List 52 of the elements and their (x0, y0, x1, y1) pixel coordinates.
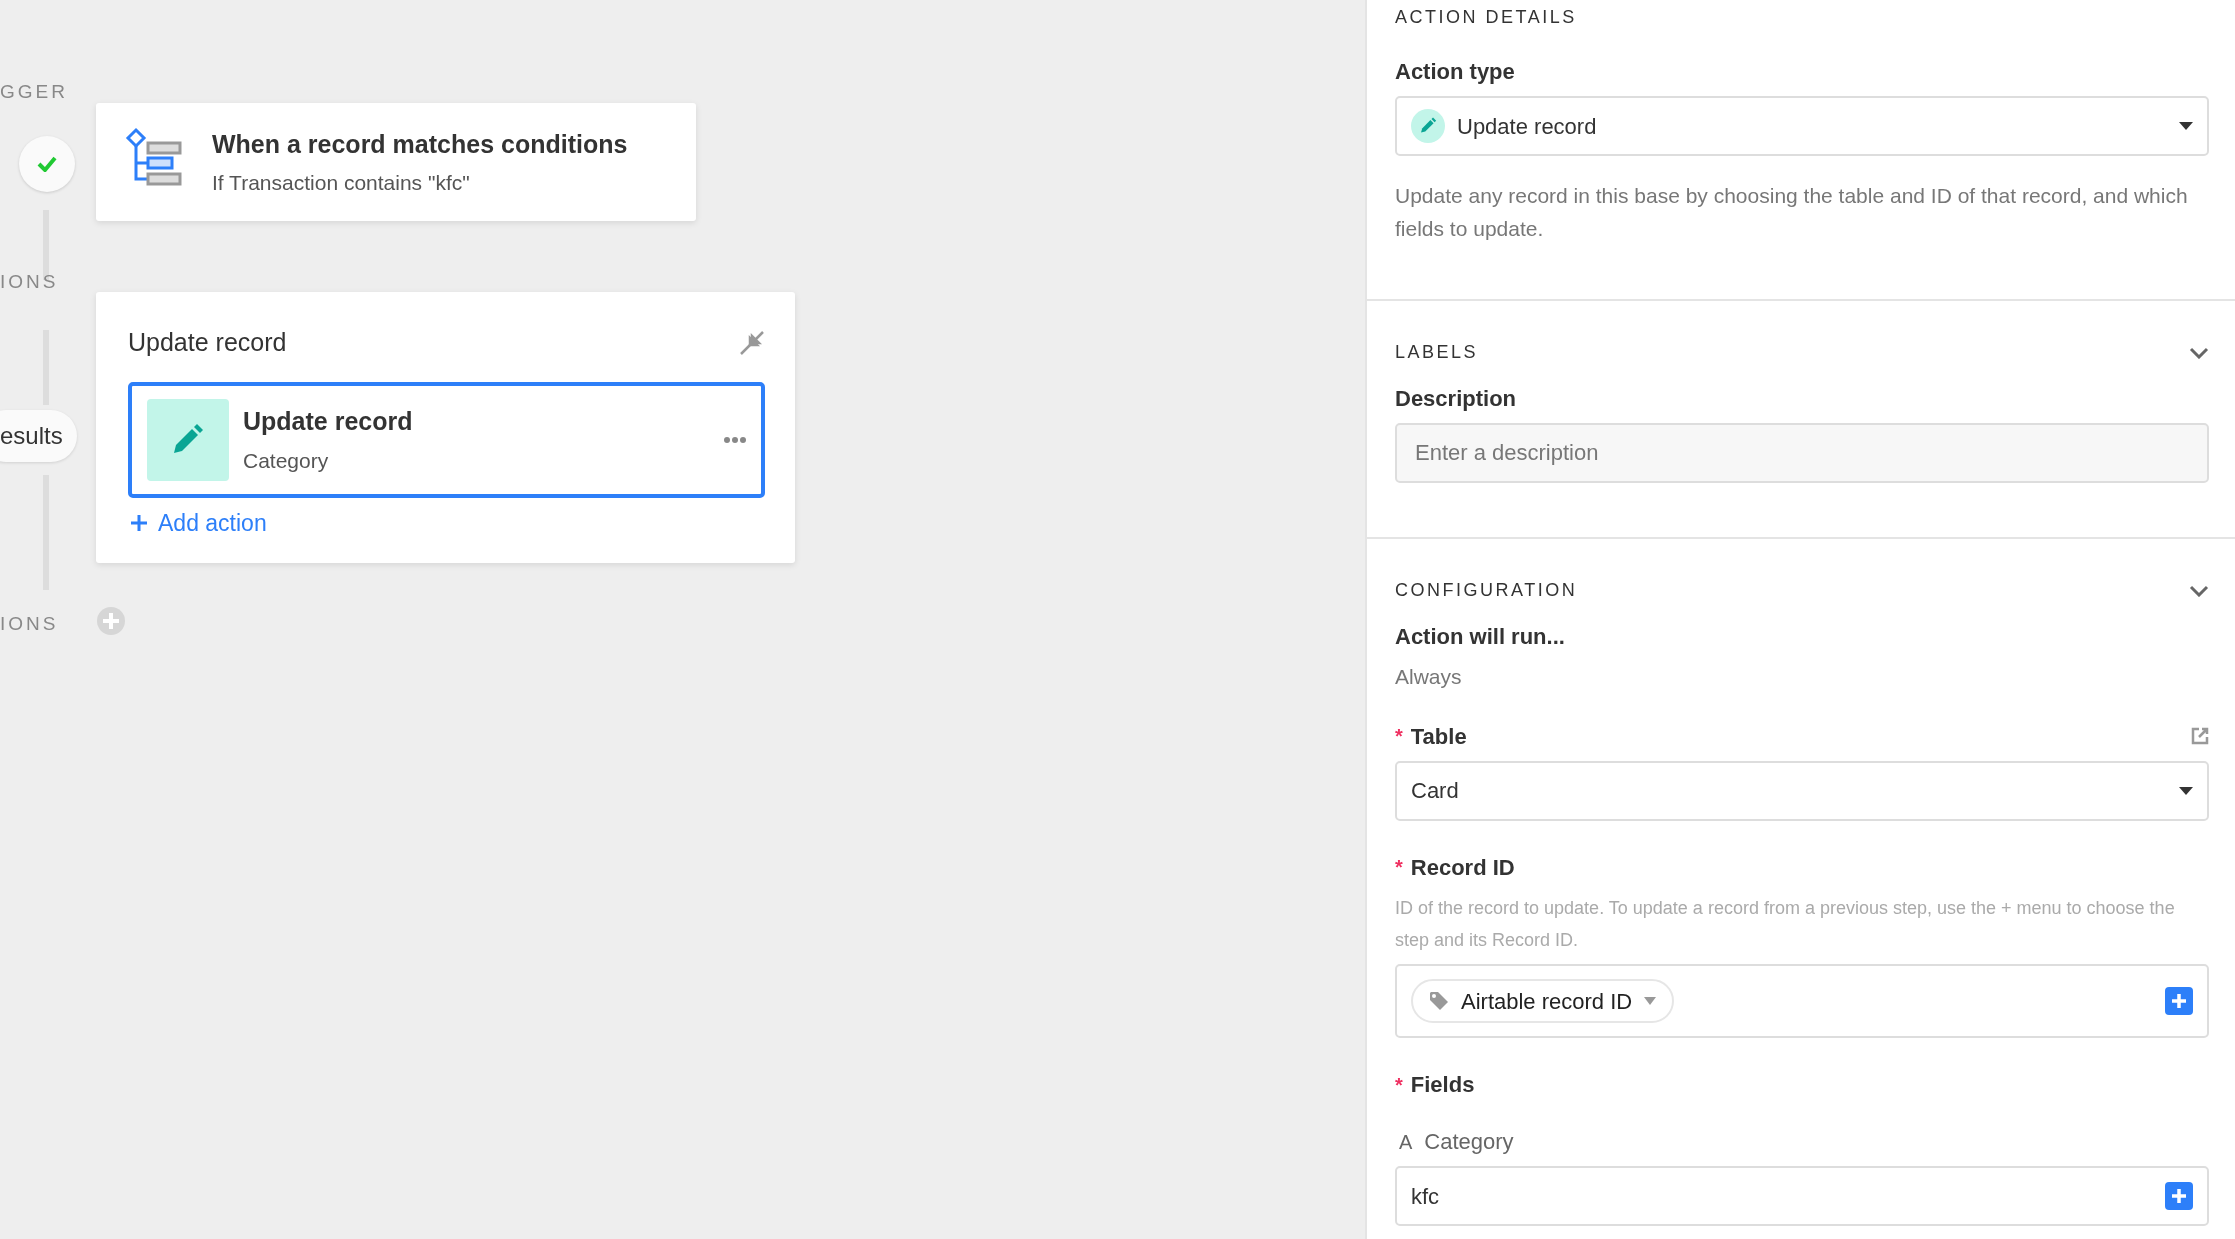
insert-button[interactable] (2165, 1182, 2193, 1211)
required-asterisk: * (1395, 724, 1403, 750)
action-card[interactable]: Update record Category (128, 381, 765, 498)
description-input[interactable]: Enter a description (1395, 423, 2209, 484)
plus-icon (2170, 1187, 2188, 1206)
field-label: Action will run... (1395, 623, 1566, 652)
field-label: Record ID (1410, 853, 1515, 882)
collapse-icon[interactable] (739, 329, 765, 356)
run-condition-value: Always (1395, 664, 1463, 691)
pencil-icon (147, 398, 229, 481)
section-heading: ACTION DETAILS (1395, 6, 1578, 29)
action-title: Update record (243, 406, 414, 437)
more-icon[interactable] (723, 435, 747, 444)
caret-icon (2179, 122, 2193, 130)
chevron-icon[interactable] (2189, 346, 2209, 359)
field-value-input[interactable]: kfc (1395, 1166, 2209, 1227)
tag-icon (1429, 991, 1449, 1012)
trigger-title: When a record matches conditions (212, 128, 628, 160)
section-label: GGER (0, 80, 68, 104)
field-name: Category (1424, 1128, 1514, 1157)
action-type-select[interactable]: Update record (1395, 96, 2209, 156)
pencil-icon (1411, 109, 1445, 143)
section-label: IONS (0, 270, 59, 294)
group-title: Update record (128, 327, 287, 358)
plus-icon (2170, 992, 2188, 1011)
field-type-glyph: A (1399, 1129, 1413, 1155)
external-link-icon[interactable] (2191, 727, 2209, 746)
action-description: Update any record in this base by choosing the table and ID of that record, and which fields to update. (1395, 183, 2189, 242)
add-action-link[interactable]: Add action (130, 505, 267, 540)
table-select[interactable]: Card (1395, 760, 2209, 821)
results-pill[interactable]: esults (0, 410, 77, 462)
labels-heading: LABELS (1395, 341, 1479, 365)
field-label: Table (1410, 722, 1468, 751)
field-help-text: ID of the record to update. To update a record from a previous step, use the + menu to choose the step and its Record ID. (1395, 896, 2176, 953)
action-subtitle: Category (243, 447, 330, 474)
config-heading: CONFIGURATION (1395, 579, 1578, 603)
field-label: Action type (1395, 58, 1516, 86)
caret-icon (1644, 997, 1657, 1006)
plus-icon (130, 513, 148, 532)
field-label: Description (1395, 385, 1518, 414)
field-label: Fields (1410, 1071, 1475, 1100)
required-asterisk: * (1395, 1072, 1403, 1098)
trigger-card[interactable]: When a record matches conditions If Transaction contains "kfc" (96, 103, 696, 221)
chevron-icon[interactable] (2189, 584, 2209, 597)
record-id-input[interactable]: Airtable record ID (1395, 964, 2209, 1039)
required-asterisk: * (1395, 855, 1403, 881)
trigger-subtitle: If Transaction contains "kfc" (212, 170, 471, 196)
record-id-token[interactable]: Airtable record ID (1411, 979, 1675, 1024)
insert-button[interactable] (2165, 987, 2193, 1016)
check-icon (37, 156, 57, 172)
caret-icon (2179, 786, 2193, 795)
section-label: IONS (0, 612, 59, 636)
